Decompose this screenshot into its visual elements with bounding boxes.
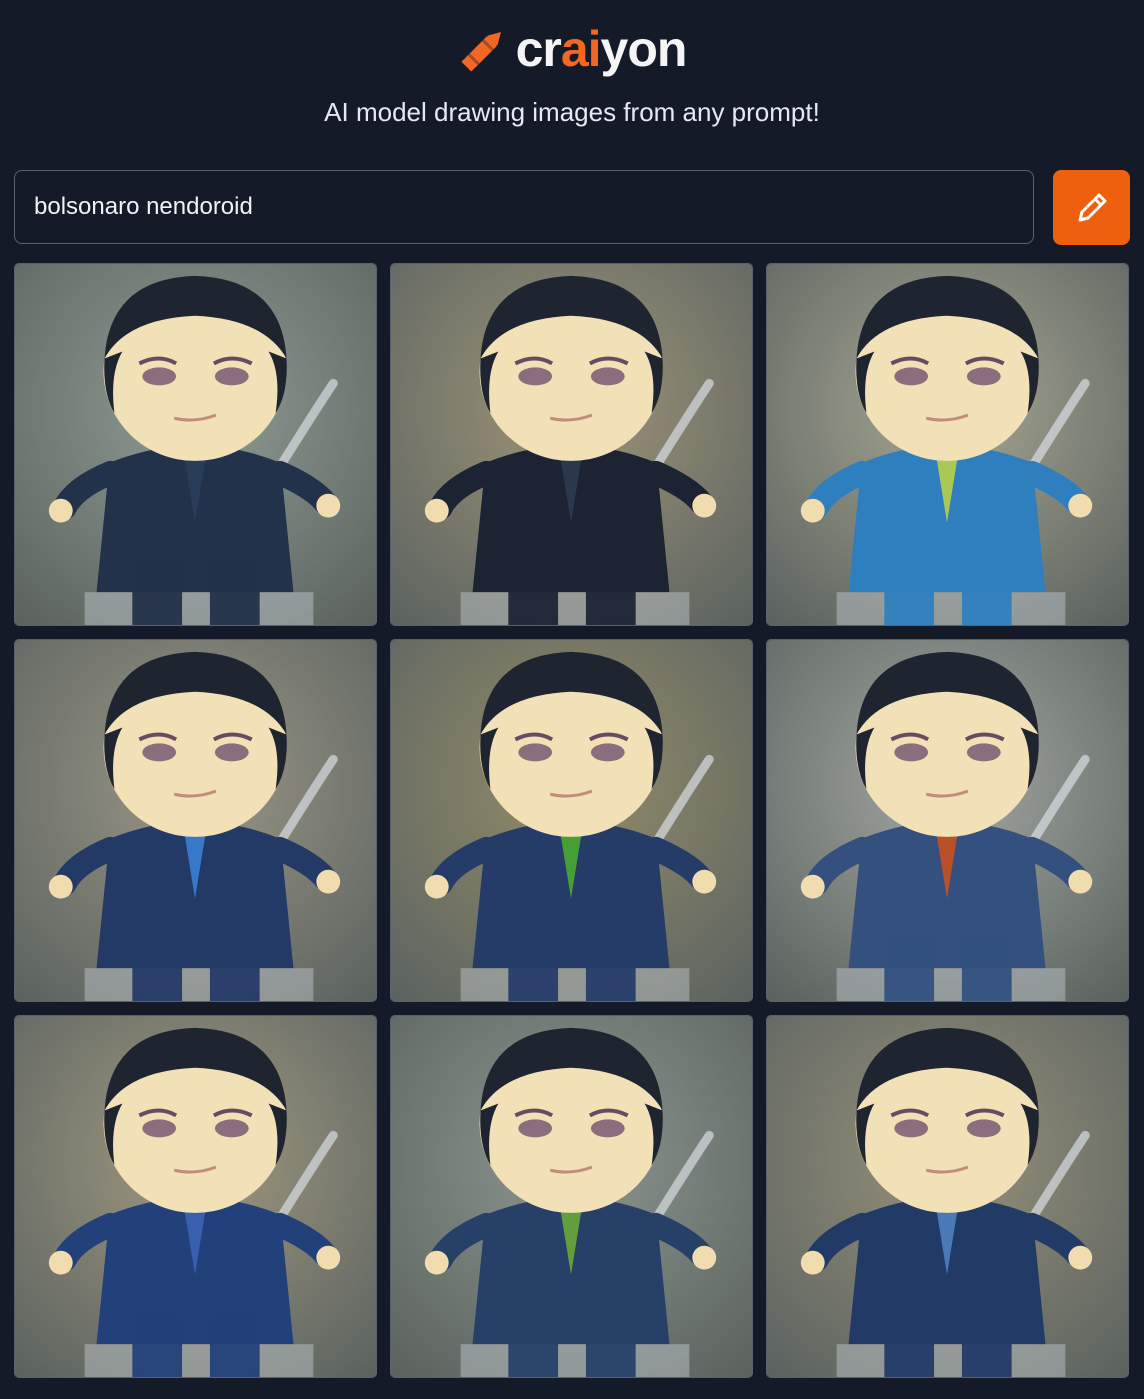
logo-wordmark: craiyon [515, 21, 688, 77]
logo-text-suffix: yon [600, 21, 688, 77]
logo-text-highlight: ai [560, 21, 602, 77]
generated-image[interactable] [14, 1015, 377, 1378]
logo: craiyon [0, 14, 1144, 84]
generated-image[interactable] [390, 639, 753, 1002]
generated-image[interactable] [14, 263, 377, 626]
generated-image[interactable] [766, 639, 1129, 1002]
prompt-input[interactable] [14, 170, 1034, 244]
result-grid [14, 263, 1130, 1378]
tagline: AI model drawing images from any prompt! [324, 97, 820, 127]
generated-image[interactable] [766, 263, 1129, 626]
logo-text-prefix: cr [515, 21, 562, 77]
draw-button[interactable] [1053, 170, 1130, 245]
crayon-logo-icon [461, 32, 501, 72]
pencil-icon [1078, 193, 1106, 221]
generated-image[interactable] [390, 263, 753, 626]
generated-image[interactable] [14, 639, 377, 1002]
generated-image[interactable] [766, 1015, 1129, 1378]
generated-image[interactable] [390, 1015, 753, 1378]
